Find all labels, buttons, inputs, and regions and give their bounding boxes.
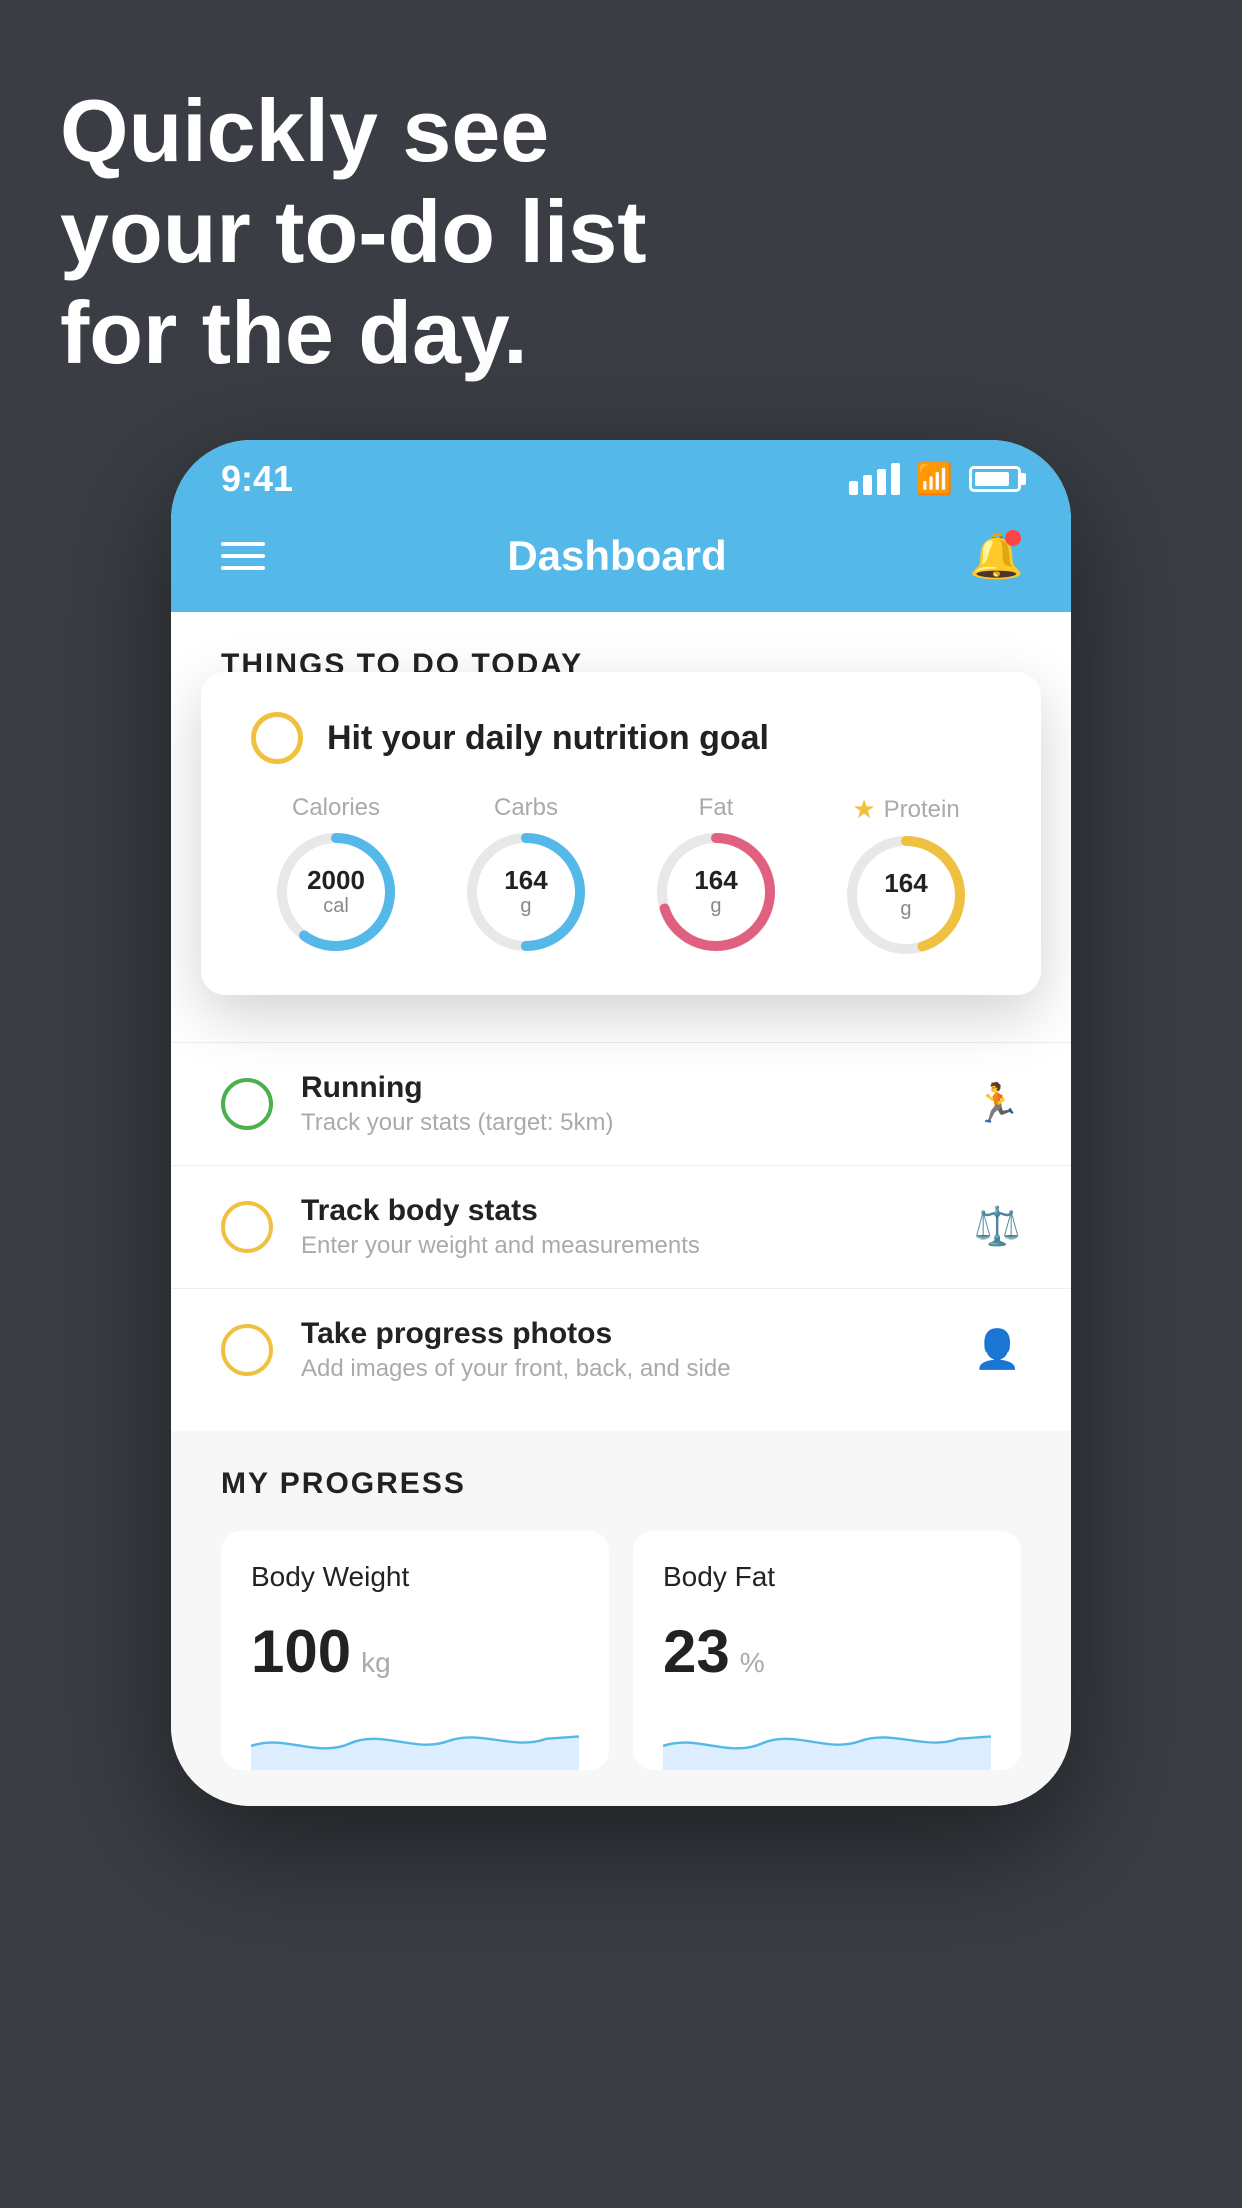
nutrition-card-header: Hit your daily nutrition goal: [251, 712, 991, 764]
todo-item[interactable]: Running Track your stats (target: 5km) 🏃: [171, 1042, 1071, 1165]
progress-header: MY PROGRESS: [221, 1467, 1021, 1501]
nutrition-check-circle: [251, 712, 303, 764]
progress-section: MY PROGRESS Body Weight 100 kg Body Fat …: [171, 1431, 1071, 1806]
progress-chart: [663, 1710, 991, 1770]
app-headline: Quickly see your to-do list for the day.: [60, 80, 647, 384]
todo-circle: [221, 1078, 273, 1130]
progress-card[interactable]: Body Weight 100 kg: [221, 1531, 609, 1770]
progress-unit: %: [740, 1647, 765, 1679]
notification-dot: [1005, 530, 1021, 546]
progress-card-title: Body Fat: [663, 1561, 991, 1593]
signal-icon: [849, 463, 900, 495]
nutrition-card-title: Hit your daily nutrition goal: [327, 719, 769, 758]
phone-content: THINGS TO DO TODAY Hit your daily nutrit…: [171, 612, 1071, 1806]
todo-item[interactable]: Take progress photos Add images of your …: [171, 1288, 1071, 1411]
todo-circle: [221, 1201, 273, 1253]
status-bar: 9:41 📶: [171, 440, 1071, 510]
phone-mockup: 9:41 📶 Dashboard 🔔 THINGS TO DO TODAY: [171, 440, 1071, 1806]
progress-chart: [251, 1710, 579, 1770]
todo-right-icon: ⚖️: [974, 1205, 1021, 1249]
todo-subtitle: Track your stats (target: 5km): [301, 1109, 946, 1137]
todo-circle: [221, 1324, 273, 1376]
progress-card-title: Body Weight: [251, 1561, 579, 1593]
todo-item[interactable]: Track body stats Enter your weight and m…: [171, 1165, 1071, 1288]
nutrition-card: Hit your daily nutrition goal Calories 2…: [201, 672, 1041, 995]
todo-list: Running Track your stats (target: 5km) 🏃…: [171, 1042, 1071, 1411]
star-icon: ★: [852, 794, 875, 825]
status-icons: 📶: [849, 462, 1021, 497]
nutrition-stat-calories: Calories 2000 cal: [276, 794, 396, 955]
battery-icon: [969, 466, 1021, 492]
progress-cards: Body Weight 100 kg Body Fat 23 %: [221, 1531, 1021, 1770]
todo-subtitle: Enter your weight and measurements: [301, 1232, 946, 1260]
nutrition-stat-fat: Fat 164 g: [656, 794, 776, 955]
todo-subtitle: Add images of your front, back, and side: [301, 1355, 946, 1383]
nutrition-stat-carbs: Carbs 164 g: [466, 794, 586, 955]
nav-title: Dashboard: [507, 532, 726, 580]
progress-value: 23: [663, 1617, 730, 1686]
wifi-icon: 📶: [916, 462, 953, 497]
nutrition-stats: Calories 2000 cal Carbs 164 g Fat: [251, 794, 991, 955]
todo-title: Track body stats: [301, 1194, 946, 1228]
progress-unit: kg: [361, 1647, 391, 1679]
progress-card[interactable]: Body Fat 23 %: [633, 1531, 1021, 1770]
nutrition-stat-protein: ★Protein 164 g: [846, 794, 966, 955]
hamburger-menu[interactable]: [221, 542, 265, 570]
progress-value: 100: [251, 1617, 351, 1686]
todo-right-icon: 👤: [974, 1328, 1021, 1372]
todo-title: Take progress photos: [301, 1317, 946, 1351]
todo-right-icon: 🏃: [974, 1082, 1021, 1126]
nav-bar: Dashboard 🔔: [171, 510, 1071, 612]
status-time: 9:41: [221, 458, 293, 500]
todo-title: Running: [301, 1071, 946, 1105]
notification-bell-button[interactable]: 🔔: [969, 530, 1021, 582]
